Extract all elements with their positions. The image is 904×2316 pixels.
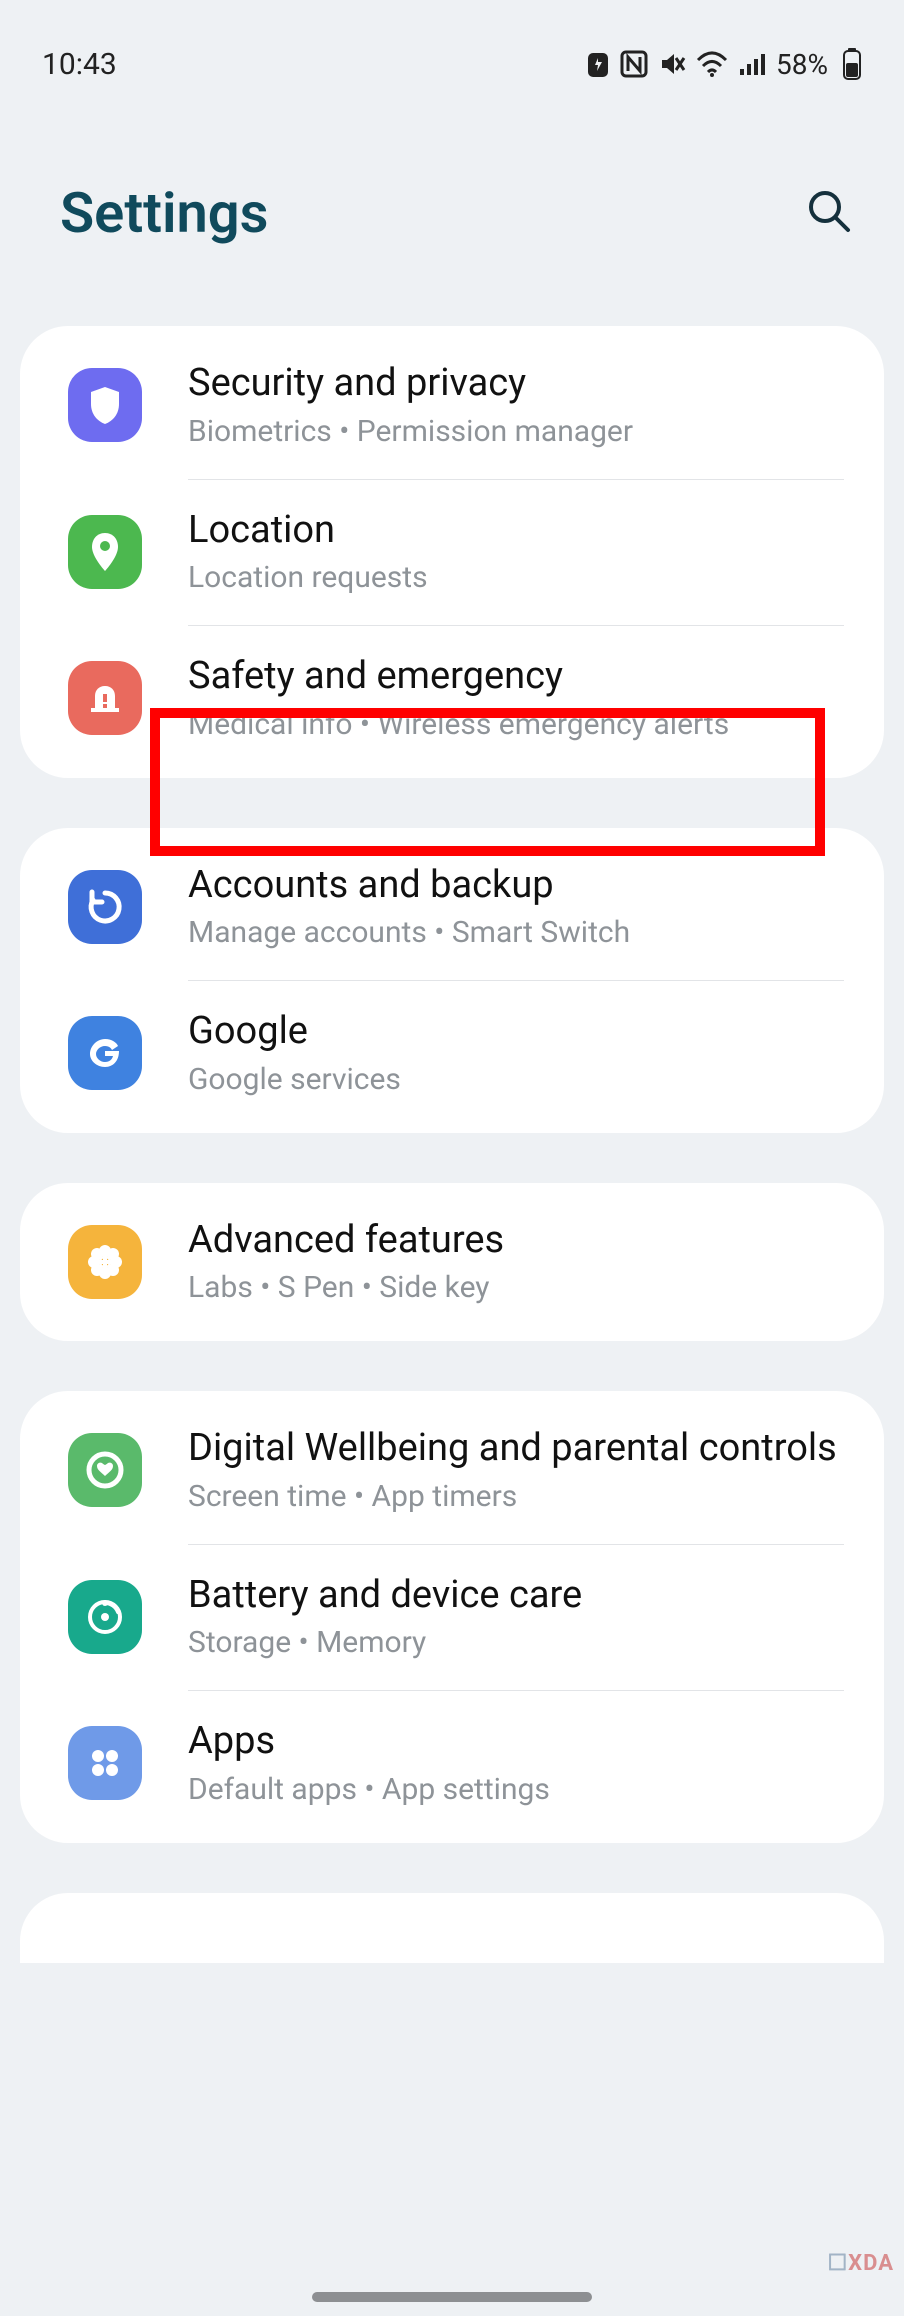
status-time: 10:43 xyxy=(42,47,117,82)
item-sub: Screen time • App timers xyxy=(188,1477,850,1516)
watermark: ☐XDA xyxy=(827,2251,894,2276)
item-text: Battery and device care Storage • Memory xyxy=(188,1572,850,1663)
item-sub: Default apps • App settings xyxy=(188,1770,850,1809)
item-safety-emergency[interactable]: Safety and emergency Medical info • Wire… xyxy=(20,625,884,772)
item-title: Advanced features xyxy=(188,1217,850,1265)
wellbeing-icon xyxy=(68,1433,142,1507)
item-text: Safety and emergency Medical info • Wire… xyxy=(188,653,850,744)
item-text: Accounts and backup Manage accounts • Sm… xyxy=(188,862,850,953)
signal-icon xyxy=(738,51,766,77)
sync-icon xyxy=(68,870,142,944)
item-title: Apps xyxy=(188,1718,850,1766)
emergency-icon xyxy=(68,661,142,735)
settings-group-2: Advanced features Labs • S Pen • Side ke… xyxy=(20,1183,884,1342)
wifi-icon xyxy=(696,50,728,78)
item-sub: Google services xyxy=(188,1060,850,1099)
item-text: Digital Wellbeing and parental controls … xyxy=(188,1425,850,1516)
item-sub: Medical info • Wireless emergency alerts xyxy=(188,705,850,744)
item-digital-wellbeing[interactable]: Digital Wellbeing and parental controls … xyxy=(20,1397,884,1544)
item-sub: Location requests xyxy=(188,558,850,597)
care-icon xyxy=(68,1580,142,1654)
item-sub: Labs • S Pen • Side key xyxy=(188,1268,850,1307)
item-sub: Manage accounts • Smart Switch xyxy=(188,913,850,952)
item-sub: Storage • Memory xyxy=(188,1623,850,1662)
item-title: Battery and device care xyxy=(188,1572,850,1620)
gesture-bar xyxy=(312,2292,592,2302)
item-text: Apps Default apps • App settings xyxy=(188,1718,850,1809)
flower-icon xyxy=(68,1225,142,1299)
item-title: Location xyxy=(188,507,850,555)
mute-icon xyxy=(658,50,686,78)
battery-icon xyxy=(842,48,862,80)
item-title: Security and privacy xyxy=(188,360,850,408)
battery-percent: 58% xyxy=(776,48,828,81)
saver-icon xyxy=(586,49,610,79)
item-text: Location Location requests xyxy=(188,507,850,598)
apps-icon xyxy=(68,1726,142,1800)
pin-icon xyxy=(68,515,142,589)
status-bar: 10:43 58% xyxy=(0,0,904,100)
item-google[interactable]: Google Google services xyxy=(20,980,884,1127)
search-icon xyxy=(804,186,854,236)
page-title: Settings xyxy=(60,180,268,246)
header: Settings xyxy=(0,100,904,326)
item-text: Security and privacy Biometrics • Permis… xyxy=(188,360,850,451)
nfc-icon xyxy=(620,49,648,79)
settings-group-partial xyxy=(20,1893,884,1963)
item-text: Advanced features Labs • S Pen • Side ke… xyxy=(188,1217,850,1308)
status-right: 58% xyxy=(586,48,862,81)
item-title: Accounts and backup xyxy=(188,862,850,910)
shield-icon xyxy=(68,368,142,442)
item-security-privacy[interactable]: Security and privacy Biometrics • Permis… xyxy=(20,332,884,479)
item-text: Google Google services xyxy=(188,1008,850,1099)
item-apps[interactable]: Apps Default apps • App settings xyxy=(20,1690,884,1837)
settings-group-0: Security and privacy Biometrics • Permis… xyxy=(20,326,884,778)
search-button[interactable] xyxy=(804,186,854,240)
settings-group-3: Digital Wellbeing and parental controls … xyxy=(20,1391,884,1843)
item-accounts-backup[interactable]: Accounts and backup Manage accounts • Sm… xyxy=(20,834,884,981)
item-title: Digital Wellbeing and parental controls xyxy=(188,1425,850,1473)
settings-group-1: Accounts and backup Manage accounts • Sm… xyxy=(20,828,884,1133)
item-title: Safety and emergency xyxy=(188,653,850,701)
item-location[interactable]: Location Location requests xyxy=(20,479,884,626)
item-sub: Biometrics • Permission manager xyxy=(188,412,850,451)
item-battery-care[interactable]: Battery and device care Storage • Memory xyxy=(20,1544,884,1691)
google-icon xyxy=(68,1016,142,1090)
item-title: Google xyxy=(188,1008,850,1056)
item-advanced-features[interactable]: Advanced features Labs • S Pen • Side ke… xyxy=(20,1189,884,1336)
